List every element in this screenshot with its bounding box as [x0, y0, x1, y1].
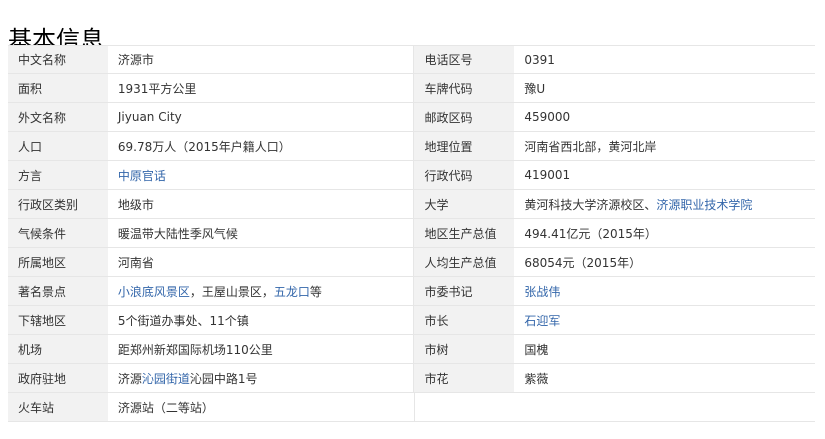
info-key: 机场 [8, 335, 108, 363]
info-value: 0391 [514, 46, 815, 73]
info-key: 外文名称 [8, 103, 108, 131]
info-key: 政府驻地 [8, 364, 108, 392]
info-key: 著名景点 [8, 277, 108, 305]
info-text: 地级市 [117, 197, 154, 212]
info-value: 459000 [514, 103, 815, 131]
info-row: 著名景点 小浪底风景区 ，王屋山景区， 五龙口等市委书记 张战伟 [8, 277, 815, 306]
info-text: 419001 [524, 168, 571, 182]
info-value: 419001 [514, 161, 815, 189]
info-key: 方言 [8, 161, 108, 189]
info-text: ，王屋山景区， [189, 284, 274, 299]
info-text: 等 [309, 284, 322, 299]
info-value: 济源站（二等站） [107, 393, 414, 421]
info-value: 国槐 [514, 335, 815, 363]
empty-cell [414, 393, 815, 421]
info-link[interactable]: 沁园街道 [142, 370, 190, 387]
info-key: 中文名称 [8, 46, 108, 73]
info-row: 外文名称 Jiyuan City 邮政区码 459000 [8, 103, 815, 132]
info-link[interactable]: 中原官话 [118, 167, 166, 184]
info-text: Jiyuan City [117, 110, 182, 124]
info-text: 河南省西北部，黄河北岸 [524, 139, 657, 154]
info-text: 沁园中路1号 [189, 371, 258, 386]
info-value: 小浪底风景区 ，王屋山景区， 五龙口等 [107, 277, 414, 305]
info-value: 济源市 [107, 46, 414, 73]
info-value: 暖温带大陆性季风气候 [107, 219, 414, 247]
info-row: 下辖地区 5个街道办事处、11个镇 市长 石迎军 [8, 306, 815, 335]
info-text: 5个街道办事处、11个镇 [117, 313, 249, 328]
info-text: 济源 [117, 371, 142, 386]
info-key: 地理位置 [414, 132, 515, 160]
info-value: 距郑州新郑国际机场110公里 [107, 335, 414, 363]
info-text: 69.78万人（2015年户籍人口） [117, 139, 291, 154]
info-text: 豫U [524, 81, 546, 96]
info-key: 行政区类别 [8, 190, 108, 218]
info-key: 气候条件 [8, 219, 108, 247]
info-row: 中文名称 济源市 电话区号 0391 [8, 45, 815, 74]
info-key: 车牌代码 [414, 74, 515, 102]
info-key: 人均生产总值 [414, 248, 515, 276]
info-key: 大学 [414, 190, 515, 218]
info-value: 紫薇 [514, 364, 815, 392]
info-value: 豫U [514, 74, 815, 102]
info-key: 下辖地区 [8, 306, 108, 334]
info-text: 国槐 [524, 342, 549, 357]
info-text: 0391 [524, 52, 555, 67]
info-text: 68054元（2015年） [524, 255, 642, 270]
info-value: 河南省 [107, 248, 414, 276]
info-value: 68054元（2015年） [514, 248, 815, 276]
info-link[interactable]: 小浪底风景区 [118, 283, 190, 300]
info-link[interactable]: 石迎军 [524, 312, 560, 329]
info-value: 地级市 [107, 190, 414, 218]
info-text: 494.41亿元（2015年） [524, 226, 657, 241]
info-value: 济源 沁园街道 沁园中路1号 [107, 364, 414, 392]
info-text: 河南省 [117, 255, 154, 270]
info-text: 459000 [524, 110, 571, 124]
info-key: 电话区号 [414, 46, 515, 73]
info-row: 机场 距郑州新郑国际机场110公里 市树 国槐 [8, 335, 815, 364]
basic-info-table: 中文名称 济源市 电话区号 0391 面积 1931平方公里 车牌代码 豫U 外文名称 Jiyua… [8, 45, 815, 422]
info-key: 面积 [8, 74, 108, 102]
info-text: 距郑州新郑国际机场110公里 [117, 342, 273, 357]
info-key: 人口 [8, 132, 108, 160]
info-text: 1931平方公里 [117, 81, 197, 96]
info-row: 行政区类别 地级市 大学 黄河科技大学济源校区、 济源职业技术学院 [8, 190, 815, 219]
info-value: 69.78万人（2015年户籍人口） [107, 132, 414, 160]
info-value: 石迎军 [514, 306, 815, 334]
info-key: 市长 [414, 306, 515, 334]
info-row: 面积 1931平方公里 车牌代码 豫U [8, 74, 815, 103]
info-text: 紫薇 [524, 371, 549, 386]
info-key: 市委书记 [414, 277, 515, 305]
info-link[interactable]: 济源职业技术学院 [656, 196, 752, 213]
info-key: 市树 [414, 335, 515, 363]
info-text: 济源站（二等站） [117, 400, 214, 415]
info-key: 邮政区码 [414, 103, 515, 131]
info-key: 行政代码 [414, 161, 515, 189]
info-value: 494.41亿元（2015年） [514, 219, 815, 247]
info-text: 济源市 [117, 53, 154, 67]
info-text: 暖温带大陆性季风气候 [117, 226, 238, 241]
info-key: 地区生产总值 [414, 219, 515, 247]
info-value: 张战伟 [514, 277, 815, 305]
info-key: 火车站 [8, 393, 108, 421]
info-value: 黄河科技大学济源校区、 济源职业技术学院 [514, 190, 815, 218]
info-key: 所属地区 [8, 248, 108, 276]
info-row: 人口 69.78万人（2015年户籍人口） 地理位置 河南省西北部，黄河北岸 [8, 132, 815, 161]
info-value: 5个街道办事处、11个镇 [107, 306, 414, 334]
info-key: 市花 [414, 364, 515, 392]
info-link[interactable]: 张战伟 [524, 283, 560, 300]
info-link[interactable]: 五龙口 [274, 283, 310, 300]
info-row: 所属地区 河南省 人均生产总值 68054元（2015年） [8, 248, 815, 277]
info-row: 政府驻地 济源 沁园街道 沁园中路1号 市花 紫薇 [8, 364, 815, 393]
info-value: Jiyuan City [107, 103, 414, 131]
info-row: 气候条件 暖温带大陆性季风气候 地区生产总值 494.41亿元（2015年） [8, 219, 815, 248]
info-value: 中原官话 [107, 161, 414, 189]
info-row: 方言 中原官话 行政代码 419001 [8, 161, 815, 190]
info-row: 火车站 济源站（二等站） [8, 393, 815, 422]
info-value: 1931平方公里 [107, 74, 414, 102]
info-text: 黄河科技大学济源校区、 [524, 197, 657, 212]
info-value: 河南省西北部，黄河北岸 [514, 132, 815, 160]
